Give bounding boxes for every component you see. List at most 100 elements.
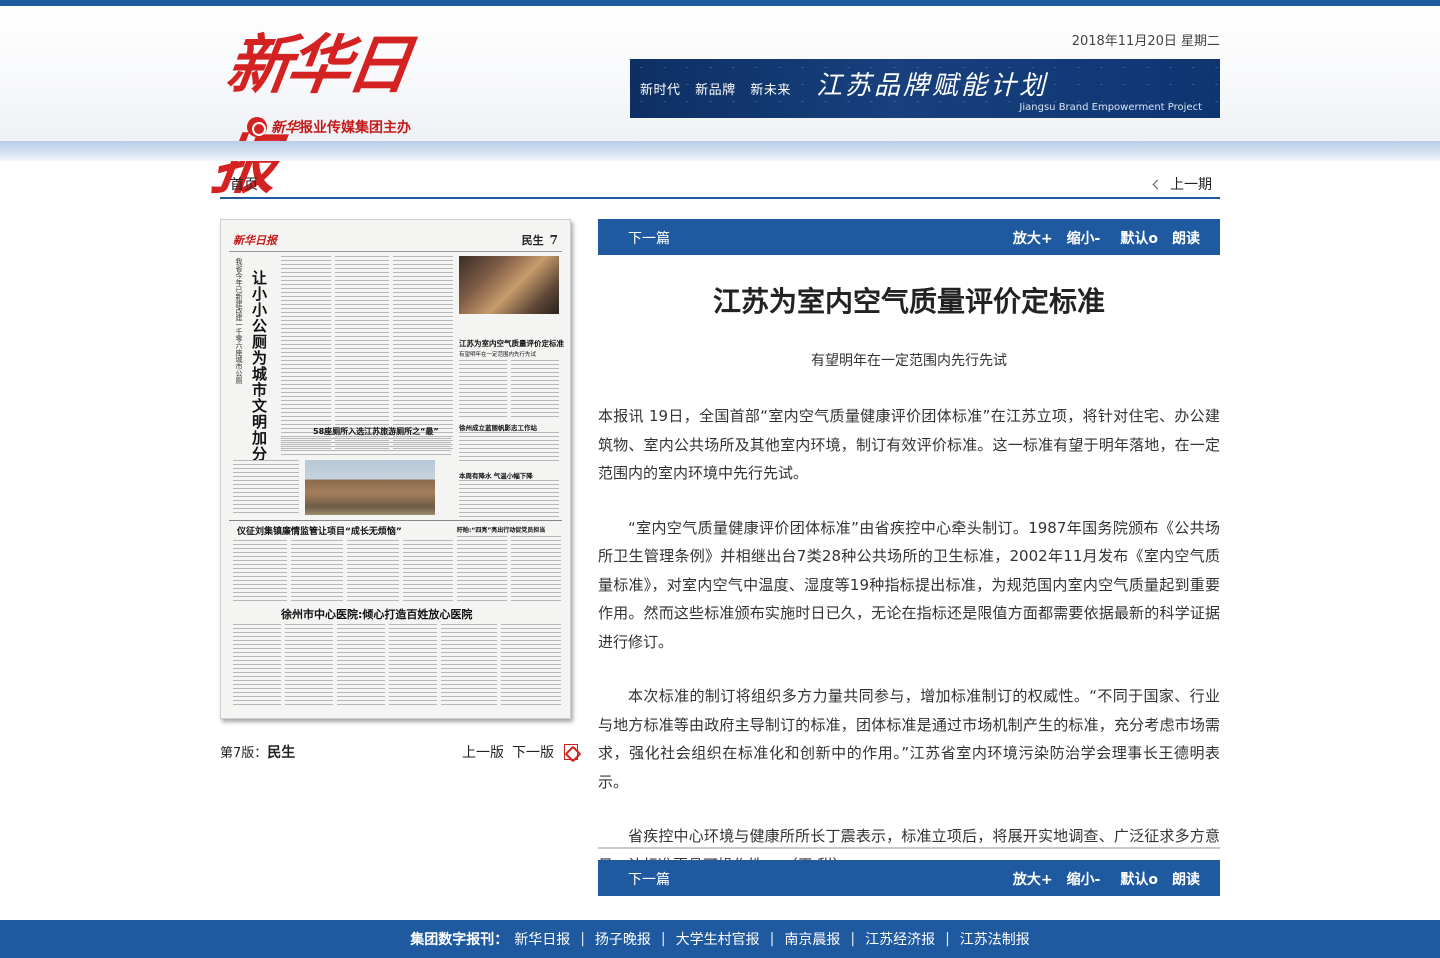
thumb-text-col bbox=[291, 540, 343, 602]
zoom-out-button[interactable]: 缩小- bbox=[1067, 228, 1101, 248]
thumb-text-col bbox=[281, 256, 331, 451]
thumb-divider bbox=[229, 520, 562, 521]
thumb-text-col bbox=[335, 256, 389, 451]
publisher-mark-icon bbox=[247, 117, 267, 137]
thumb-text-col bbox=[459, 360, 507, 418]
thumb-text-col bbox=[511, 536, 561, 602]
read-aloud-button[interactable]: 朗读 bbox=[1172, 869, 1200, 889]
page-thumbnail[interactable]: 新华日报 民生 7 我省今年已新建改建一千零六座城市公厕 让小小公厕为城市文明加分… bbox=[220, 219, 571, 719]
article-subtitle: 有望明年在一定范围内先行先试 bbox=[811, 353, 1007, 369]
page-caption: 第7版：民生 bbox=[220, 742, 295, 762]
zoom-in-button[interactable]: 放大+ bbox=[1013, 869, 1053, 889]
thumb-masthead: 新华日报 bbox=[233, 234, 277, 247]
footer-link-legal[interactable]: 江苏法制报 bbox=[960, 929, 1030, 949]
thumb-text-col bbox=[233, 624, 281, 708]
article-paragraph: “室内空气质量健康评价团体标准”由省疾控中心牵头制订。1987年国务院颁布《公共… bbox=[598, 518, 1220, 651]
thumb-text-col bbox=[281, 438, 451, 456]
prev-issue-link[interactable]: 上一期 bbox=[1152, 174, 1212, 194]
thumb-vertical-headline: 让小小公厕为城市文明加分 bbox=[250, 270, 268, 462]
chevron-left-icon bbox=[1152, 179, 1163, 189]
thumb-vertical-subline: 我省今年已新建改建一千零六座城市公厕 bbox=[235, 258, 243, 384]
issue-date: 2018年11月20日 星期二 bbox=[1071, 34, 1220, 49]
thumb-text-col bbox=[501, 624, 561, 708]
banner-slogan-3: 新未来 bbox=[750, 83, 791, 98]
reading-tools: 放大+ 缩小- 默认o 朗读 bbox=[999, 228, 1200, 248]
footer-link-yangtse[interactable]: 扬子晚报 bbox=[595, 929, 651, 949]
footer-separator: | bbox=[945, 931, 950, 947]
article-toolbar-bottom: 下一篇 放大+ 缩小- 默认o 朗读 bbox=[598, 860, 1220, 896]
footer-link-nanjing-morning[interactable]: 南京晨报 bbox=[784, 929, 840, 949]
page-caption-section: 民生 bbox=[267, 745, 296, 761]
footer-label: 集团数字报刊： bbox=[410, 932, 509, 948]
thumb-photo-toilet bbox=[305, 460, 435, 515]
thumb-text-col bbox=[393, 256, 453, 451]
next-article-link[interactable]: 下一篇 bbox=[628, 228, 670, 248]
thumb-text-col bbox=[233, 460, 299, 515]
next-page-link[interactable]: 下一版 bbox=[512, 742, 554, 762]
site-header: 新华日报 新华报业传媒集团主办 2018年11月20日 星期二 新时代 新品牌 … bbox=[0, 6, 1440, 203]
thumb-text-col bbox=[403, 540, 453, 602]
page-nav: 上一版 下一版 bbox=[462, 742, 586, 762]
prev-issue-label: 上一期 bbox=[1170, 177, 1212, 193]
thumb-page-number: 7 bbox=[549, 233, 558, 247]
footer-separator: | bbox=[769, 931, 775, 947]
thumb-text-col bbox=[347, 540, 399, 602]
default-size-button[interactable]: 默认o bbox=[1120, 228, 1158, 248]
thumb-section: 民生 7 bbox=[522, 232, 558, 248]
footer-link-economic[interactable]: 江苏经济报 bbox=[865, 929, 935, 949]
banner-title: 江苏品牌赋能计划 bbox=[816, 71, 1049, 101]
toolbar-divider bbox=[598, 847, 1220, 849]
article-body: 本报讯 19日，全国首部“室内空气质量健康评价团体标准”在江苏立项，将针对住宅、… bbox=[598, 402, 1220, 905]
default-size-button[interactable]: 默认o bbox=[1120, 869, 1158, 889]
thumb-page-header: 新华日报 民生 7 bbox=[229, 230, 562, 252]
header-gradient-band bbox=[0, 141, 1440, 161]
prev-page-link[interactable]: 上一版 bbox=[462, 742, 504, 762]
zoom-in-button[interactable]: 放大+ bbox=[1013, 228, 1053, 248]
thumb-headline-4: 本周有降水 气温小幅下降 bbox=[459, 472, 533, 480]
footer-separator: | bbox=[580, 931, 585, 947]
thumb-text-col bbox=[511, 360, 559, 418]
thumb-text-col bbox=[441, 624, 497, 708]
thumb-text-col bbox=[233, 540, 287, 602]
thumb-photo-people bbox=[459, 256, 559, 314]
banner-slogan-1: 新时代 bbox=[640, 83, 681, 98]
pdf-icon[interactable] bbox=[564, 744, 578, 760]
publisher-text: 报业传媒集团主办 bbox=[299, 120, 411, 136]
page-caption-prefix: 第7版： bbox=[220, 746, 268, 761]
next-article-link[interactable]: 下一篇 bbox=[628, 869, 670, 889]
footer-separator: | bbox=[850, 931, 856, 947]
thumb-text-col bbox=[337, 624, 385, 708]
thumb-headline-1: 58座厕所入选江苏旅游厕所之“最” bbox=[313, 427, 439, 436]
thumb-headline-7: 徐州市中心医院:倾心打造百姓放心医院 bbox=[281, 608, 473, 621]
brand-banner[interactable]: 新时代 新品牌 新未来 江苏品牌赋能计划 Jiangsu Brand Empow… bbox=[630, 59, 1220, 118]
site-footer: 集团数字报刊： 新华日报 | 扬子晚报 | 大学生村官报 | 南京晨报 | 江苏… bbox=[0, 920, 1440, 958]
reading-tools: 放大+ 缩小- 默认o 朗读 bbox=[999, 869, 1200, 889]
banner-english: Jiangsu Brand Empowerment Project bbox=[1019, 102, 1202, 113]
zoom-out-button[interactable]: 缩小- bbox=[1067, 869, 1101, 889]
nav-bar: 首页 上一期 bbox=[220, 167, 1220, 199]
site-logo[interactable]: 新华日报 bbox=[208, 16, 435, 203]
banner-slogans: 新时代 新品牌 新未来 bbox=[640, 79, 801, 98]
thumb-headline-6: 盱眙:“四亮”亮出行动促党员担当 bbox=[457, 527, 546, 534]
thumb-headline-5: 仪征刘集镇廉情监管让项目“成长无烦恼” bbox=[237, 527, 402, 537]
footer-link-cunguan[interactable]: 大学生村官报 bbox=[676, 929, 760, 949]
home-link[interactable]: 首页 bbox=[230, 174, 258, 194]
thumb-text-col bbox=[389, 624, 437, 708]
banner-slogan-2: 新品牌 bbox=[695, 83, 736, 98]
footer-separator: | bbox=[660, 931, 666, 947]
publisher-line: 新华报业传媒集团主办 bbox=[247, 115, 411, 139]
thumb-text-col bbox=[459, 432, 559, 462]
publisher-brand: 新华 bbox=[271, 120, 299, 136]
read-aloud-button[interactable]: 朗读 bbox=[1172, 228, 1200, 248]
thumb-text-col bbox=[285, 624, 333, 708]
thumb-section-name: 民生 bbox=[521, 234, 544, 247]
footer-link-xinhua[interactable]: 新华日报 bbox=[514, 929, 570, 949]
article-title: 江苏为室内空气质量评价定标准 bbox=[712, 285, 1105, 318]
article-paragraph: 本次标准的制订将组织多方力量共同参与，增加标准制订的权威性。“不同于国家、行业与… bbox=[598, 687, 1220, 791]
article-paragraph: 本报讯 19日，全国首部“室内空气质量健康评价团体标准”在江苏立项，将针对住宅、… bbox=[598, 407, 1220, 482]
thumb-headline-3: 徐州成立蓝丽帆影志工作站 bbox=[459, 424, 537, 432]
article-toolbar-top: 下一篇 放大+ 缩小- 默认o 朗读 bbox=[598, 219, 1220, 255]
thumb-headline-2: 江苏为室内空气质量评价定标准 bbox=[459, 339, 564, 348]
thumb-headline-2-sub: 有望明年在一定范围内先行先试 bbox=[459, 352, 537, 358]
thumb-text-col bbox=[459, 480, 559, 518]
